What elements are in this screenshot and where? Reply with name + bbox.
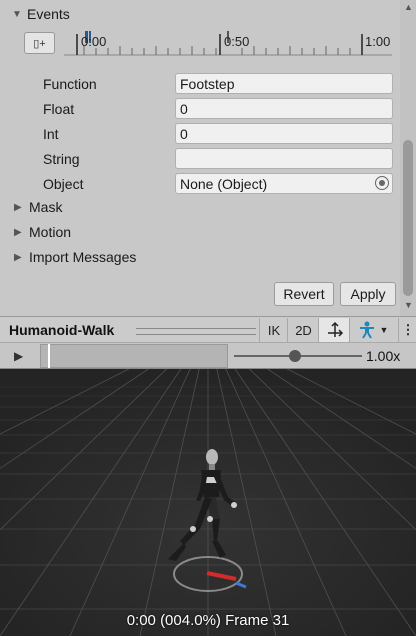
object-picker-icon[interactable] xyxy=(375,176,389,190)
pivot-icon xyxy=(327,321,343,337)
function-label: Function xyxy=(43,76,97,92)
preview-title: Humanoid-Walk xyxy=(9,322,115,338)
mask-label: Mask xyxy=(29,199,63,215)
float-field[interactable]: 0 xyxy=(175,98,393,119)
speed-slider-handle[interactable] xyxy=(289,350,301,362)
scroll-up-arrow-icon[interactable]: ▲ xyxy=(404,2,413,12)
float-value: 0 xyxy=(180,100,188,117)
string-label: String xyxy=(43,151,80,167)
floor-grid xyxy=(0,369,416,636)
pivot-toggle[interactable] xyxy=(318,318,350,342)
events-label: Events xyxy=(27,6,70,22)
events-foldout[interactable]: ▼ Events xyxy=(12,6,70,22)
preview-playback-bar: ▶ 1.00x xyxy=(0,343,416,369)
events-timeline[interactable]: 0:00 0:50 1:00 xyxy=(64,28,392,56)
object-field[interactable]: None (Object) xyxy=(175,173,393,194)
more-icon[interactable]: ⋮ xyxy=(398,318,416,342)
function-field[interactable]: Footstep xyxy=(175,73,393,94)
float-label: Float xyxy=(43,101,75,117)
int-field[interactable]: 0 xyxy=(175,123,393,144)
string-field[interactable] xyxy=(175,148,393,169)
object-label: Object xyxy=(43,176,84,192)
add-event-button[interactable]: ▯+ xyxy=(24,32,55,54)
collapsed-arrow-icon: ▶ xyxy=(14,201,22,213)
int-value: 0 xyxy=(180,125,188,142)
scroll-thumb[interactable] xyxy=(403,140,413,296)
motion-label: Motion xyxy=(29,224,72,240)
tick-label: 0:00 xyxy=(81,34,107,49)
tick-label: 0:50 xyxy=(224,34,250,49)
object-value: None (Object) xyxy=(180,175,268,192)
preview-status-text: 0:00 (004.0%) Frame 31 xyxy=(126,612,290,629)
expanded-arrow-icon: ▼ xyxy=(12,8,22,20)
preview-scrubber[interactable] xyxy=(40,344,228,368)
dropdown-icon: ▼ xyxy=(379,325,389,335)
collapsed-arrow-icon: ▶ xyxy=(14,226,22,238)
mask-foldout[interactable]: ▶ Mask xyxy=(14,199,62,215)
inspector-scrollbar[interactable]: ▲ ▼ xyxy=(400,0,416,316)
add-event-icon: ▯+ xyxy=(33,37,46,50)
function-value: Footstep xyxy=(180,75,235,92)
collapsed-arrow-icon: ▶ xyxy=(14,251,22,263)
tick-label: 1:00 xyxy=(365,34,391,49)
motion-foldout[interactable]: ▶ Motion xyxy=(14,224,71,240)
preview-header: Humanoid-Walk IK 2D ▼ ⋮ xyxy=(0,316,416,343)
preview-viewport[interactable] xyxy=(0,369,416,636)
import-messages-label: Import Messages xyxy=(29,249,137,265)
play-icon[interactable]: ▶ xyxy=(14,349,23,363)
revert-button[interactable]: Revert xyxy=(274,282,334,306)
2d-toggle[interactable]: 2D xyxy=(287,318,319,342)
avatar-dropdown[interactable]: ▼ xyxy=(349,318,396,342)
speed-value: 1.00x xyxy=(366,348,401,364)
playhead[interactable] xyxy=(48,344,50,368)
inspector-panel: ▼ Events ▯+ 0:00 0:50 1:00 Function Foot… xyxy=(0,0,400,316)
scroll-down-arrow-icon[interactable]: ▼ xyxy=(404,300,413,310)
int-label: Int xyxy=(43,126,59,142)
import-messages-foldout[interactable]: ▶ Import Messages xyxy=(14,249,136,265)
avatar-icon xyxy=(359,321,374,339)
ik-toggle[interactable]: IK xyxy=(259,318,288,342)
resize-grip[interactable] xyxy=(136,328,256,335)
apply-button[interactable]: Apply xyxy=(340,282,396,306)
